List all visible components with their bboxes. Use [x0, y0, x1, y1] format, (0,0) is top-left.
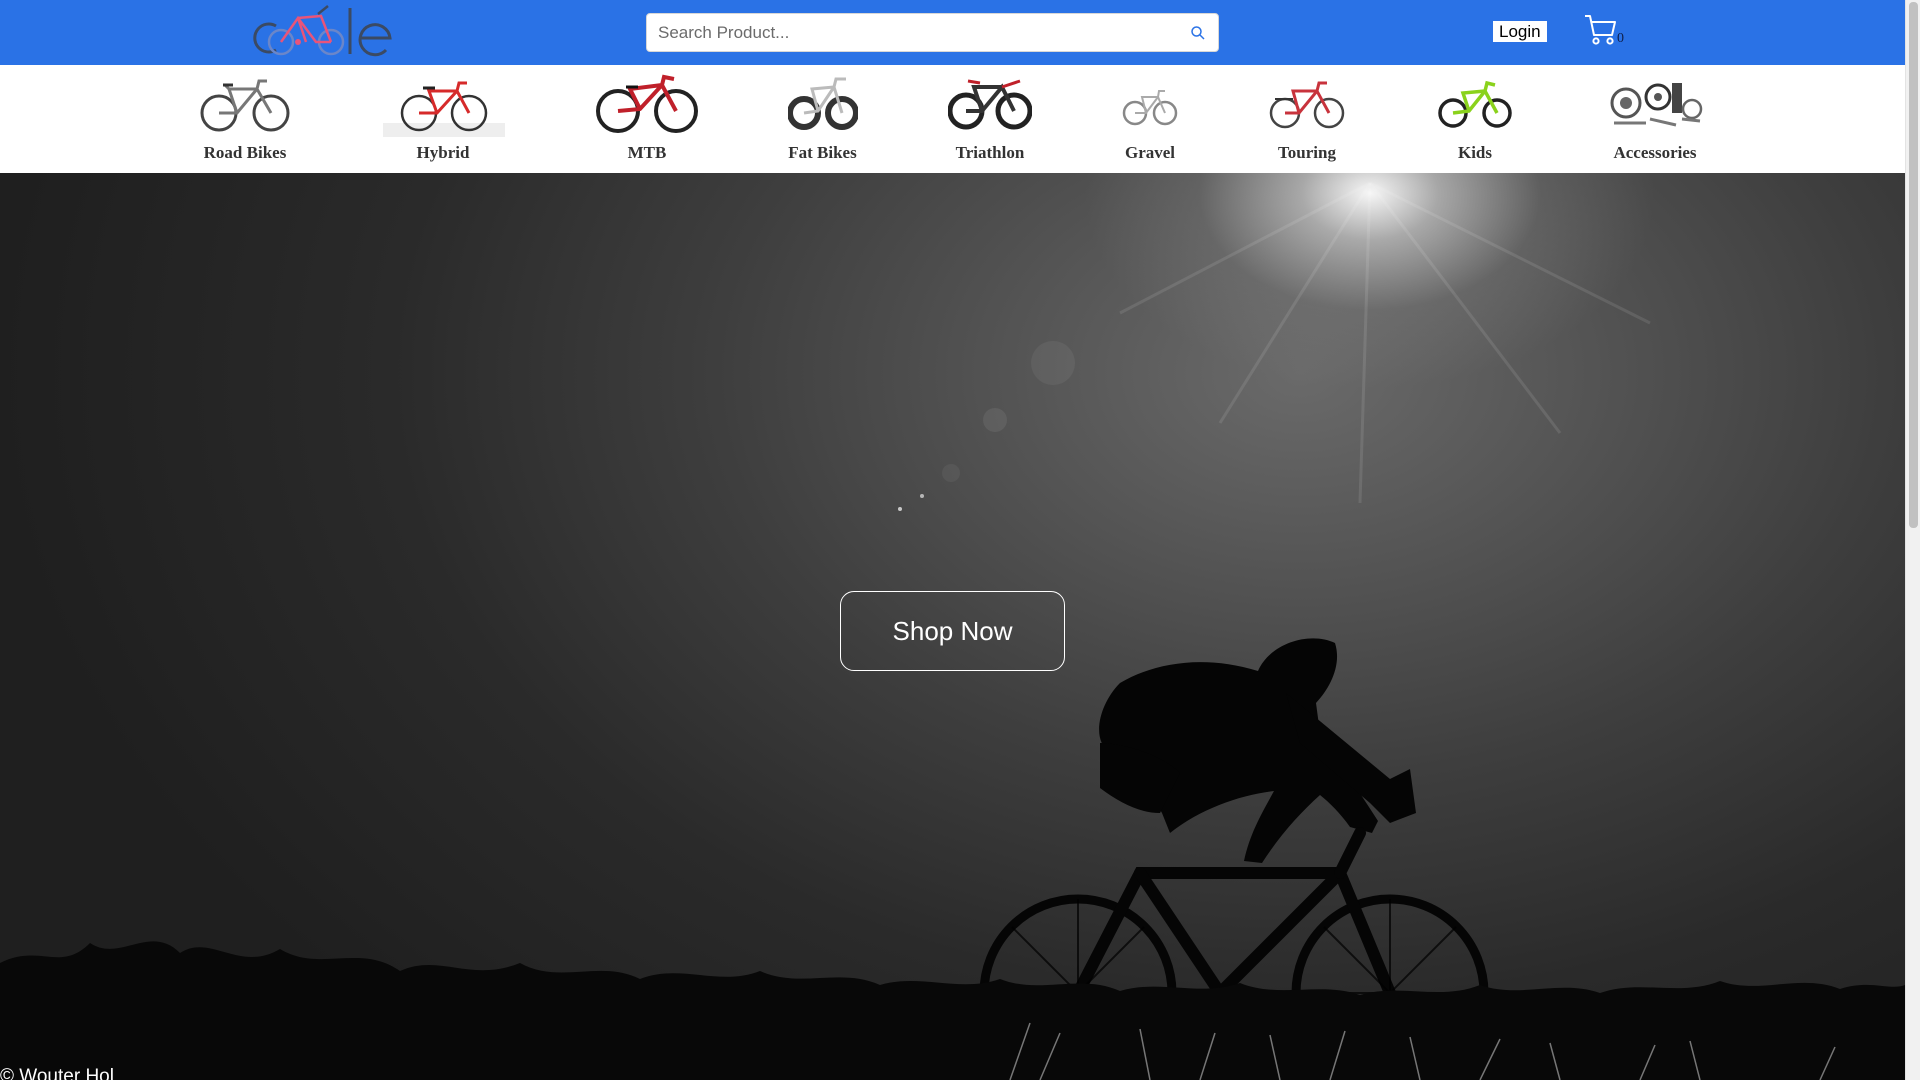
hero-banner: Shop Now — [0, 173, 1905, 1080]
search-box — [646, 13, 1219, 52]
category-accessories[interactable]: Accessories — [1600, 65, 1710, 173]
category-label: Triathlon — [955, 143, 1025, 162]
category-label: MTB — [627, 143, 667, 162]
category-touring[interactable]: Touring — [1262, 65, 1352, 173]
hybrid-bike-icon — [383, 73, 505, 137]
shop-now-button[interactable]: Shop Now — [840, 591, 1065, 671]
category-mtb[interactable]: MTB — [592, 65, 702, 173]
road-bike-icon — [199, 73, 291, 133]
page-scrollbar[interactable] — [1905, 0, 1920, 1080]
photo-credit: © Wouter Hol — [0, 1066, 114, 1080]
category-road-bikes[interactable]: Road Bikes — [190, 65, 300, 173]
category-label: Hybrid — [416, 143, 470, 162]
category-label: Kids — [1457, 143, 1493, 162]
category-nav: Road Bikes Hybrid MTB Fat Bikes Triathlo… — [0, 65, 1905, 173]
category-triathlon[interactable]: Triathlon — [940, 65, 1040, 173]
category-fat-bikes[interactable]: Fat Bikes — [775, 65, 870, 173]
category-hybrid[interactable]: Hybrid — [383, 65, 505, 173]
site-logo[interactable] — [246, 4, 402, 60]
touring-bike-icon — [1269, 73, 1345, 133]
search-input[interactable] — [647, 14, 1177, 51]
category-gravel[interactable]: Gravel — [1110, 65, 1190, 173]
cycle-logo-icon — [253, 5, 392, 57]
category-label: Touring — [1278, 143, 1336, 162]
category-label: Accessories — [1613, 143, 1697, 162]
cart-count-badge: 0 — [1617, 31, 1624, 46]
category-label: Fat Bikes — [788, 143, 857, 162]
scrollbar-thumb[interactable] — [1909, 2, 1918, 528]
category-kids[interactable]: Kids — [1430, 65, 1520, 173]
login-button[interactable]: Login — [1493, 21, 1547, 42]
accessories-icon — [1606, 73, 1704, 133]
search-icon[interactable] — [1190, 25, 1206, 41]
category-label: Road Bikes — [203, 143, 287, 162]
gravel-bike-icon — [1122, 73, 1178, 133]
kids-bike-icon — [1437, 73, 1513, 133]
category-label: Gravel — [1124, 143, 1176, 162]
fat-bike-icon — [788, 73, 858, 133]
shopping-cart-icon — [1585, 15, 1616, 45]
top-header: Login 0 — [0, 0, 1905, 65]
triathlon-bike-icon — [948, 73, 1032, 133]
mtb-bike-icon — [596, 73, 698, 133]
